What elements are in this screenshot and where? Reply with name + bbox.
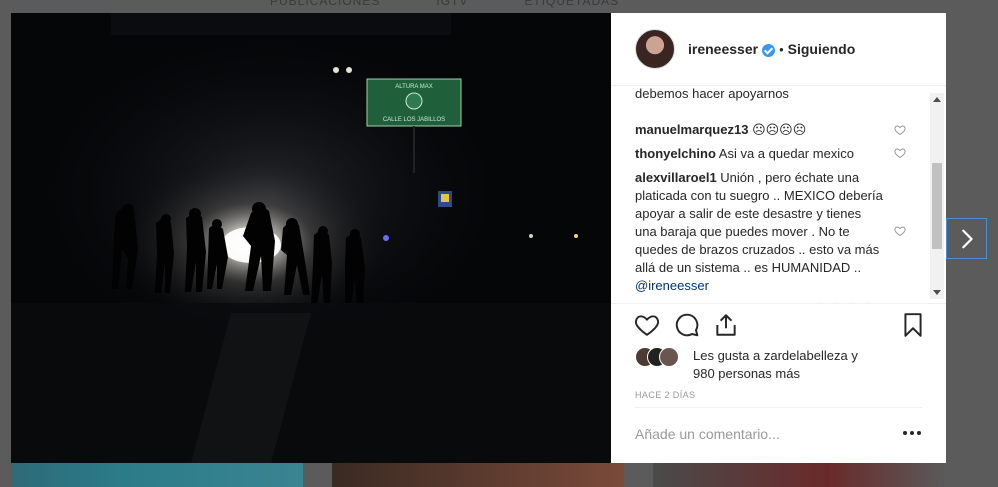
comments-list[interactable]: debemos hacer apoyarnos manuelmarquez13 … bbox=[611, 87, 946, 303]
profile-thumbnail[interactable] bbox=[332, 463, 624, 487]
post-username[interactable]: ireneesser bbox=[688, 41, 758, 57]
comment-icon[interactable] bbox=[674, 312, 700, 338]
tab-publicaciones[interactable]: PUBLICACIONES bbox=[270, 0, 380, 8]
sign-line2: CALLE LOS JABILLOS bbox=[383, 117, 445, 123]
comment-username[interactable]: thonyelchino bbox=[635, 146, 716, 161]
comment-username[interactable]: alexvillaroel1 bbox=[635, 170, 717, 185]
post-details-panel: ireneesser • Siguiendo debemos hacer apo… bbox=[611, 13, 946, 463]
profile-thumbnail[interactable] bbox=[653, 463, 945, 487]
tab-igtv[interactable]: IGTV bbox=[436, 0, 468, 8]
following-button[interactable]: Siguiendo bbox=[788, 41, 856, 57]
add-comment-input[interactable] bbox=[635, 422, 875, 446]
comment-like-heart-icon[interactable] bbox=[894, 225, 906, 237]
likes-text: Les gusta a zardelabelleza y 980 persona… bbox=[693, 347, 933, 383]
comment-username[interactable]: manuelmarquez13 bbox=[635, 122, 748, 137]
comment-mention-link[interactable]: @ireneesser bbox=[635, 278, 709, 293]
post-actions bbox=[611, 303, 946, 343]
avatar bbox=[659, 347, 679, 367]
comment-text: debemos hacer apoyarnos bbox=[635, 87, 789, 101]
comment-item: alexvillaroel1 Unión , pero échate una p… bbox=[635, 169, 885, 295]
comment-item: manuelmarquez13 ☹☹☹☹ bbox=[635, 121, 885, 139]
verified-icon bbox=[762, 43, 776, 57]
scroll-down-arrow-icon[interactable] bbox=[933, 290, 941, 295]
comment-item: debemos hacer apoyarnos bbox=[635, 87, 885, 103]
next-post-button[interactable] bbox=[946, 218, 987, 259]
likes-suffix: y bbox=[851, 348, 858, 363]
likes-others-link[interactable]: 980 personas más bbox=[693, 366, 800, 381]
profile-tabs: PUBLICACIONES IGTV ETIQUETADAS bbox=[270, 0, 619, 8]
more-options-icon[interactable] bbox=[902, 428, 922, 438]
add-comment-section bbox=[635, 407, 922, 463]
comment-like-heart-icon[interactable] bbox=[894, 147, 906, 159]
post-timestamp[interactable]: HACE 2 DÍAS bbox=[635, 390, 695, 400]
avatar[interactable] bbox=[635, 29, 675, 69]
comment-text: Asi va a quedar mexico bbox=[718, 146, 854, 161]
night-street-photo: ALTURA MAX CALLE LOS JABILLOS bbox=[11, 13, 611, 463]
tab-etiquetadas[interactable]: ETIQUETADAS bbox=[524, 0, 619, 8]
profile-thumbnail[interactable] bbox=[11, 463, 303, 487]
comment-item: thonyelchino Asi va a quedar mexico bbox=[635, 145, 885, 163]
post-header: ireneesser • Siguiendo bbox=[611, 13, 946, 86]
chevron-right-icon bbox=[961, 229, 973, 248]
comments-scrollbar[interactable] bbox=[930, 93, 944, 299]
header-separator: • bbox=[779, 41, 784, 57]
bookmark-icon[interactable] bbox=[900, 312, 926, 338]
comment-text: Unión , pero échate una platicada con tu… bbox=[635, 170, 883, 275]
scrollbar-thumb[interactable] bbox=[932, 163, 942, 249]
liker-avatars[interactable] bbox=[635, 347, 691, 367]
scroll-up-arrow-icon[interactable] bbox=[933, 97, 941, 102]
post-photo[interactable]: ALTURA MAX CALLE LOS JABILLOS bbox=[11, 13, 611, 463]
comment-text: ☹☹☹☹ bbox=[752, 122, 807, 137]
heart-icon[interactable] bbox=[634, 312, 660, 338]
comment-like-heart-icon[interactable] bbox=[894, 124, 906, 136]
share-icon[interactable] bbox=[713, 312, 739, 338]
likes-summary: Les gusta a zardelabelleza y 980 persona… bbox=[635, 345, 935, 381]
sign-line1: ALTURA MAX bbox=[395, 84, 433, 90]
likes-user-link[interactable]: zardelabelleza bbox=[764, 348, 848, 363]
likes-prefix: Les gusta a bbox=[693, 348, 761, 363]
